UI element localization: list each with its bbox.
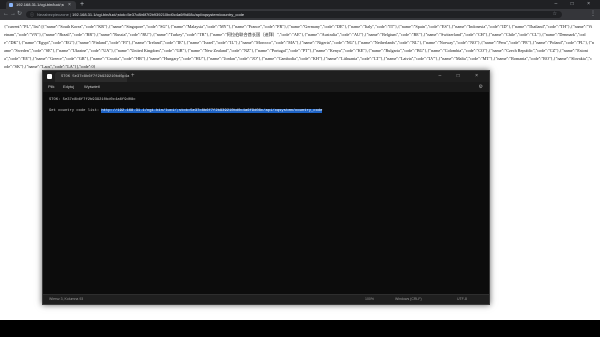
terminal-titlebar: STOK 5e37c8b6f7f2b939210bd0c4a × + – □ × — [43, 71, 489, 82]
terminal-window: STOK 5e37c8b6f7f2b939210bd0c4a × + – □ ×… — [42, 70, 490, 305]
new-tab-button[interactable]: + — [80, 0, 84, 9]
line-ending: Windows (CRLF) — [395, 297, 422, 301]
url-text: Nezabezpieczone | 192.168.31.1/cgi-bin/l… — [37, 11, 244, 18]
browser-tab[interactable]: 192.168.31.1/cgi-bin/luci/;stok= × — [6, 1, 76, 9]
cursor-position: Wiersz 3, Kolumna 93 — [49, 297, 84, 301]
url-security-label: Nezabezpieczone | — [37, 12, 71, 17]
reload-icon[interactable]: ↻ — [17, 11, 22, 18]
country-code-output-line: Get country code list: http://192.168.31… — [49, 109, 323, 113]
browser-window-controls[interactable]: – □ × — [555, 0, 597, 9]
menu-edit[interactable]: Edytuj — [63, 82, 74, 92]
terminal-statusbar: Wiersz 3, Kolumna 93 100% Windows (CRLF)… — [43, 294, 489, 304]
json-response-text: {"current":"PL","list":[{"name":"South K… — [4, 24, 595, 69]
terminal-new-tab-button[interactable]: + — [131, 71, 135, 82]
bookmark-star-icon[interactable]: ☆ — [553, 11, 557, 18]
close-tab-icon[interactable]: × — [68, 1, 71, 9]
info-icon[interactable]: ⓘ — [30, 12, 34, 17]
terminal-output[interactable]: STOK: 5e37c8b6f7f2b939210bd0c4a6f9d08c G… — [43, 92, 489, 295]
url-field[interactable]: ⓘ Nezabezpieczone | 192.168.31.1/cgi-bin… — [26, 11, 562, 18]
terminal-menubar: Plik Edytuj Wyświetl ⚙ — [43, 82, 489, 92]
bottom-bar — [0, 320, 600, 337]
country-code-label: Get country code list: — [49, 109, 102, 113]
back-icon[interactable]: ← — [3, 11, 9, 18]
globe-icon — [9, 3, 13, 7]
terminal-tab[interactable]: STOK 5e37c8b6f7f2b939210bd0c4a × — [55, 72, 130, 82]
close-tab-icon[interactable]: × — [122, 72, 124, 82]
browser-tab-strip: 192.168.31.1/cgi-bin/luci/;stok= × + – □… — [0, 0, 600, 9]
browser-tab-title: 192.168.31.1/cgi-bin/luci/;stok= — [16, 2, 64, 7]
country-code-link[interactable]: http://192.168.31.1/cgi-bin/luci/;stok=5… — [101, 109, 323, 113]
terminal-app-icon — [47, 74, 52, 79]
encoding: UTF-8 — [457, 297, 467, 301]
menu-view[interactable]: Wyświetl — [84, 82, 100, 92]
browser-menu-icon[interactable]: ⋮ — [590, 10, 596, 18]
stok-output-line: STOK: 5e37c8b6f7f2b939210bd0c4a6f9d08c — [49, 98, 136, 102]
forward-icon[interactable]: → — [10, 11, 16, 18]
menu-file[interactable]: Plik — [48, 82, 54, 92]
address-bar: ← → ↻ ⓘ Nezabezpieczone | 192.168.31.1/c… — [0, 9, 600, 20]
gear-icon[interactable]: ⚙ — [479, 82, 483, 92]
terminal-window-controls[interactable]: – □ × — [439, 71, 486, 82]
url-value: 192.168.31.1/cgi-bin/luci/;stok=5e37c8b6… — [72, 12, 245, 17]
terminal-tab-title: STOK 5e37c8b6f7f2b939210bd0c4a — [61, 75, 130, 79]
zoom-level: 100% — [365, 297, 374, 301]
